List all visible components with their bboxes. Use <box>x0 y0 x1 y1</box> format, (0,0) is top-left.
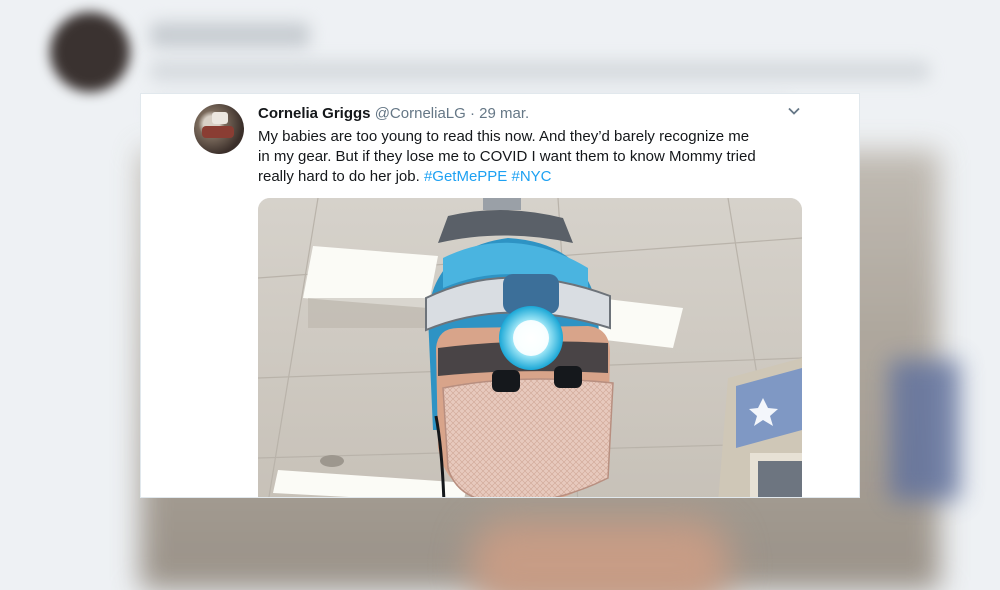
tweet-text-line: in my gear. But if they lose me to COVID… <box>258 148 756 165</box>
tweet-text-line: really hard to do her job. <box>258 168 420 185</box>
tweet-card[interactable]: Cornelia Griggs @CorneliaLG · 29 mar. My… <box>140 93 860 498</box>
blurred-avatar <box>50 12 130 92</box>
separator: · <box>469 105 475 122</box>
avatar-detail <box>202 126 234 138</box>
photo-surgeon-selfie <box>258 198 802 497</box>
avatar-detail <box>212 112 228 124</box>
tweet-photo[interactable] <box>258 198 802 497</box>
hashtag-nyc[interactable]: #NYC <box>511 168 551 185</box>
blurred-text <box>150 22 310 48</box>
tweet-header: Cornelia Griggs @CorneliaLG · 29 mar. <box>258 105 529 122</box>
blurred-text <box>150 60 930 82</box>
blurred-photo-detail <box>470 520 730 590</box>
tweet-date[interactable]: 29 mar. <box>479 105 529 122</box>
blurred-photo-detail <box>890 360 960 500</box>
tweet-text: My babies are too young to read this now… <box>258 127 818 187</box>
author-handle[interactable]: @CorneliaLG <box>375 105 466 122</box>
chevron-down-icon[interactable] <box>787 104 801 118</box>
tweet-text-line: My babies are too young to read this now… <box>258 128 750 145</box>
author-name[interactable]: Cornelia Griggs <box>258 105 371 122</box>
hashtag-getmeppe[interactable]: #GetMePPE <box>424 168 507 185</box>
avatar[interactable] <box>194 104 244 154</box>
